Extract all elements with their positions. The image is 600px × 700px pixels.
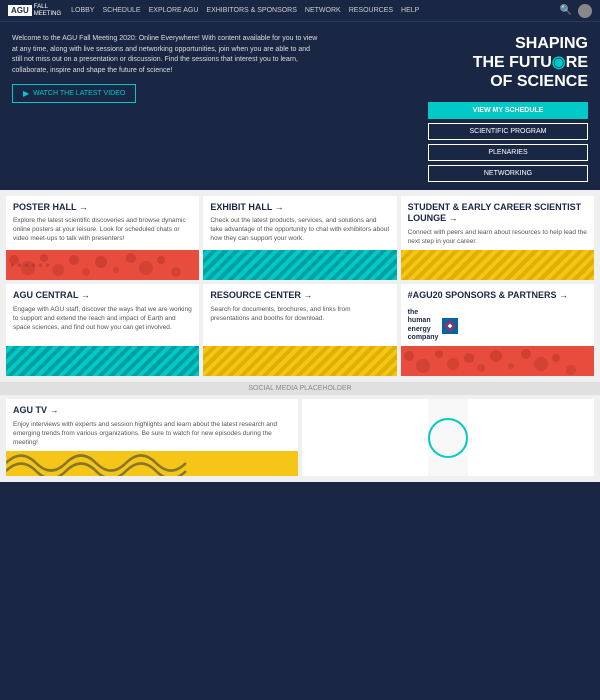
sponsors-title: #AGU20 SPONSORS & PARTNERS → — [408, 290, 568, 302]
play-icon: ▶ — [23, 89, 29, 98]
video-loading-circle — [428, 418, 468, 458]
student-lounge-card[interactable]: STUDENT & EARLY CAREER SCIENTIST LOUNGE … — [401, 196, 594, 281]
video-placeholder — [428, 399, 468, 476]
agu-tv-pattern — [6, 451, 298, 476]
hero-title-line1: SHAPING — [473, 34, 588, 53]
agu-central-card[interactable]: AGU CENTRAL → Engage with AGU staff, dis… — [6, 284, 199, 376]
hero-section: Welcome to the AGU Fall Meeting 2020: On… — [0, 22, 600, 190]
nav-lobby[interactable]: LOBBY — [71, 7, 94, 14]
user-avatar[interactable] — [578, 4, 592, 18]
exhibit-hall-desc: Check out the latest products, services,… — [210, 216, 389, 243]
agu-tv-pattern-svg — [6, 451, 298, 476]
hero-title-line2: THE FUTU◉RE — [473, 53, 588, 72]
poster-hall-desc: Explore the latest scientific discoverie… — [13, 216, 192, 243]
exhibit-hall-title: EXHIBIT HALL → — [210, 202, 389, 214]
student-lounge-desc: Connect with peers and learn about resou… — [408, 228, 587, 246]
view-schedule-button[interactable]: VIEW MY SCHEDULE — [428, 102, 588, 119]
nav-exhibitors[interactable]: EXHIBITORS & SPONSORS — [206, 7, 297, 14]
nav-help[interactable]: HELP — [401, 7, 419, 14]
watch-video-label: WATCH THE LATEST VIDEO — [33, 90, 125, 97]
exhibit-hall-card[interactable]: EXHIBIT HALL → Check out the latest prod… — [203, 196, 396, 281]
sponsor-logo-area: the human energy company — [408, 309, 459, 343]
sponsors-pattern-svg — [401, 346, 594, 376]
nav-network[interactable]: NETWORK — [305, 7, 341, 14]
agu-logo[interactable]: AGU FALLMEETING — [8, 4, 61, 17]
agu-central-desc: Engage with AGU staff, discover the ways… — [13, 305, 192, 332]
networking-button[interactable]: NETWORKING — [428, 165, 588, 182]
poster-hall-title: POSTER HALL → — [13, 202, 192, 214]
human-energy-text: the human energy company — [408, 309, 439, 343]
scientific-program-button[interactable]: SCIENTIFIC PROGRAM — [428, 123, 588, 140]
student-lounge-pattern — [401, 250, 594, 280]
exhibit-hall-pattern — [203, 250, 396, 280]
sponsors-pattern — [401, 346, 594, 376]
poster-hall-card[interactable]: POSTER HALL → Explore the latest scienti… — [6, 196, 199, 281]
logo-agu-text: AGU — [8, 5, 32, 16]
agu-central-content: AGU CENTRAL → Engage with AGU staff, dis… — [6, 284, 199, 346]
student-lounge-content: STUDENT & EARLY CAREER SCIENTIST LOUNGE … — [401, 196, 594, 251]
agu-central-title: AGU CENTRAL → — [13, 290, 192, 302]
hero-right: SHAPING THE FUTU◉RE OF SCIENCE VIEW MY S… — [331, 34, 588, 182]
agu-central-pattern — [6, 346, 199, 376]
poster-hall-content: POSTER HALL → Explore the latest scienti… — [6, 196, 199, 251]
nav-explore[interactable]: EXPLORE AGU — [149, 7, 199, 14]
chevron-logo-icon — [442, 318, 458, 334]
poster-hall-pattern-svg — [6, 250, 199, 280]
sponsors-card[interactable]: #AGU20 SPONSORS & PARTNERS → the human e… — [401, 284, 594, 376]
future-dot: ◉ — [552, 54, 566, 71]
poster-hall-pattern — [6, 250, 199, 280]
exhibit-hall-content: EXHIBIT HALL → Check out the latest prod… — [203, 196, 396, 251]
resource-center-pattern — [203, 346, 396, 376]
resource-center-card[interactable]: RESOURCE CENTER → Search for documents, … — [203, 284, 396, 376]
agu-tv-title: AGU TV → — [13, 405, 291, 417]
agu-tv-desc: Enjoy interviews with experts and sessio… — [13, 420, 291, 447]
hero-title-line3: OF SCIENCE — [473, 72, 588, 91]
student-lounge-title: STUDENT & EARLY CAREER SCIENTIST LOUNGE … — [408, 202, 587, 225]
cards-grid: POSTER HALL → Explore the latest scienti… — [0, 190, 600, 383]
hero-left: Welcome to the AGU Fall Meeting 2020: On… — [12, 34, 321, 182]
agu-tv-card[interactable]: AGU TV → Enjoy interviews with experts a… — [6, 399, 298, 476]
plenaries-button[interactable]: PLENARIES — [428, 144, 588, 161]
nav-resources[interactable]: RESOURCES — [349, 7, 393, 14]
social-media-placeholder: SOCIAL MEDIA PLACEHOLDER — [0, 382, 600, 395]
navigation: AGU FALLMEETING LOBBY SCHEDULE EXPLORE A… — [0, 0, 600, 22]
nav-schedule[interactable]: SCHEDULE — [102, 7, 140, 14]
sponsors-content: #AGU20 SPONSORS & PARTNERS → the human e… — [401, 284, 594, 346]
nav-links-container: LOBBY SCHEDULE EXPLORE AGU EXHIBITORS & … — [71, 7, 559, 14]
search-icon[interactable]: 🔍 — [560, 5, 572, 16]
logo-fall-text: FALLMEETING — [34, 4, 61, 17]
hero-tagline: Welcome to the AGU Fall Meeting 2020: On… — [12, 34, 321, 76]
resource-center-title: RESOURCE CENTER → — [210, 290, 389, 302]
resource-center-content: RESOURCE CENTER → Search for documents, … — [203, 284, 396, 346]
nav-right: 🔍 — [560, 4, 592, 18]
agu-tv-content: AGU TV → Enjoy interviews with experts a… — [6, 399, 298, 451]
watch-video-button[interactable]: ▶ WATCH THE LATEST VIDEO — [12, 84, 136, 103]
hero-title: SHAPING THE FUTU◉RE OF SCIENCE — [473, 34, 588, 92]
bottom-section: AGU TV → Enjoy interviews with experts a… — [0, 395, 600, 482]
video-placeholder-card — [302, 399, 594, 476]
resource-center-desc: Search for documents, brochures, and lin… — [210, 305, 389, 323]
